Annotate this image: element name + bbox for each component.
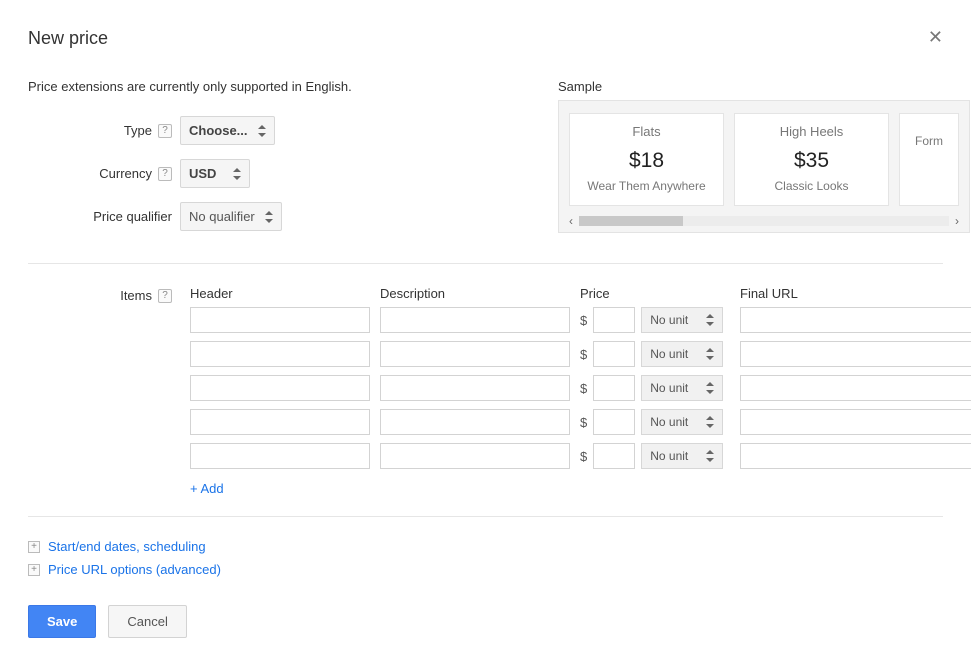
chevron-sort-icon (706, 348, 714, 360)
sample-title: Sample (558, 79, 970, 94)
item-price-input[interactable] (593, 375, 635, 401)
currency-label: Currency (99, 166, 152, 181)
item-unit-select[interactable]: No unit (641, 307, 723, 333)
sample-card-sub: Classic Looks (741, 179, 882, 193)
item-unit-select[interactable]: No unit (641, 409, 723, 435)
support-notice: Price extensions are currently only supp… (28, 79, 558, 94)
sample-preview: Flats $18 Wear Them Anywhere High Heels … (558, 100, 970, 233)
chevron-sort-icon (706, 416, 714, 428)
item-description-input[interactable] (380, 341, 570, 367)
item-header-input[interactable] (190, 341, 370, 367)
item-price-input[interactable] (593, 409, 635, 435)
item-price-input[interactable] (593, 341, 635, 367)
item-description-input[interactable] (380, 409, 570, 435)
col-header-price: Price (580, 286, 730, 301)
item-header-input[interactable] (190, 307, 370, 333)
scrollbar-thumb[interactable] (579, 216, 683, 226)
currency-symbol: $ (580, 449, 587, 464)
help-icon[interactable]: ? (158, 289, 172, 303)
chevron-sort-icon (265, 211, 273, 223)
sample-card: Flats $18 Wear Them Anywhere (569, 113, 724, 206)
item-unit-select[interactable]: No unit (641, 375, 723, 401)
qualifier-select-value: No qualifier (189, 209, 255, 224)
item-description-input[interactable] (380, 307, 570, 333)
col-header-header: Header (190, 286, 370, 301)
help-icon[interactable]: ? (158, 124, 172, 138)
item-final-url-input[interactable] (740, 409, 971, 435)
item-unit-value: No unit (650, 347, 688, 361)
item-unit-select[interactable]: No unit (641, 341, 723, 367)
sample-scrollbar[interactable] (579, 216, 949, 226)
sample-card-price: $35 (741, 149, 882, 173)
scroll-right-button[interactable]: › (955, 214, 959, 228)
save-button[interactable]: Save (28, 605, 96, 638)
sample-card-sub: Wear Them Anywhere (576, 179, 717, 193)
qualifier-select[interactable]: No qualifier (180, 202, 282, 231)
sample-card-sub: Form (906, 134, 952, 148)
chevron-sort-icon (258, 125, 266, 137)
type-select-value: Choose... (189, 123, 248, 138)
item-price-input[interactable] (593, 307, 635, 333)
expand-icon[interactable]: + (28, 541, 40, 553)
item-description-input[interactable] (380, 375, 570, 401)
chevron-sort-icon (706, 314, 714, 326)
chevron-sort-icon (706, 450, 714, 462)
sample-card: High Heels $35 Classic Looks (734, 113, 889, 206)
scroll-left-button[interactable]: ‹ (569, 214, 573, 228)
close-button[interactable]: ✕ (928, 28, 943, 46)
col-header-final-url: Final URL (740, 286, 971, 301)
item-price-input[interactable] (593, 443, 635, 469)
col-header-description: Description (380, 286, 570, 301)
item-header-input[interactable] (190, 409, 370, 435)
sample-card-title: High Heels (741, 124, 882, 139)
currency-select-value: USD (189, 166, 216, 181)
item-unit-value: No unit (650, 313, 688, 327)
url-options-expander[interactable]: Price URL options (advanced) (48, 562, 221, 577)
chevron-sort-icon (706, 382, 714, 394)
sample-card-title: Flats (576, 124, 717, 139)
chevron-left-icon: ‹ (569, 214, 573, 228)
page-title: New price (28, 28, 108, 49)
type-label: Type (124, 123, 152, 138)
item-unit-value: No unit (650, 449, 688, 463)
expand-icon[interactable]: + (28, 564, 40, 576)
item-header-input[interactable] (190, 375, 370, 401)
help-icon[interactable]: ? (158, 167, 172, 181)
item-unit-select[interactable]: No unit (641, 443, 723, 469)
chevron-sort-icon (233, 168, 241, 180)
currency-symbol: $ (580, 381, 587, 396)
item-final-url-input[interactable] (740, 375, 971, 401)
item-final-url-input[interactable] (740, 443, 971, 469)
item-header-input[interactable] (190, 443, 370, 469)
sample-card-price: $18 (576, 149, 717, 173)
chevron-right-icon: › (955, 214, 959, 228)
scheduling-expander[interactable]: Start/end dates, scheduling (48, 539, 206, 554)
items-label: Items (120, 288, 152, 303)
item-final-url-input[interactable] (740, 307, 971, 333)
item-unit-value: No unit (650, 415, 688, 429)
currency-symbol: $ (580, 313, 587, 328)
currency-symbol: $ (580, 415, 587, 430)
item-final-url-input[interactable] (740, 341, 971, 367)
qualifier-label: Price qualifier (93, 209, 172, 224)
add-item-link[interactable]: + Add (190, 481, 224, 496)
cancel-button[interactable]: Cancel (108, 605, 186, 638)
item-description-input[interactable] (380, 443, 570, 469)
sample-card: Form (899, 113, 959, 206)
currency-symbol: $ (580, 347, 587, 362)
item-unit-value: No unit (650, 381, 688, 395)
type-select[interactable]: Choose... (180, 116, 275, 145)
close-icon: ✕ (928, 27, 943, 47)
currency-select[interactable]: USD (180, 159, 250, 188)
